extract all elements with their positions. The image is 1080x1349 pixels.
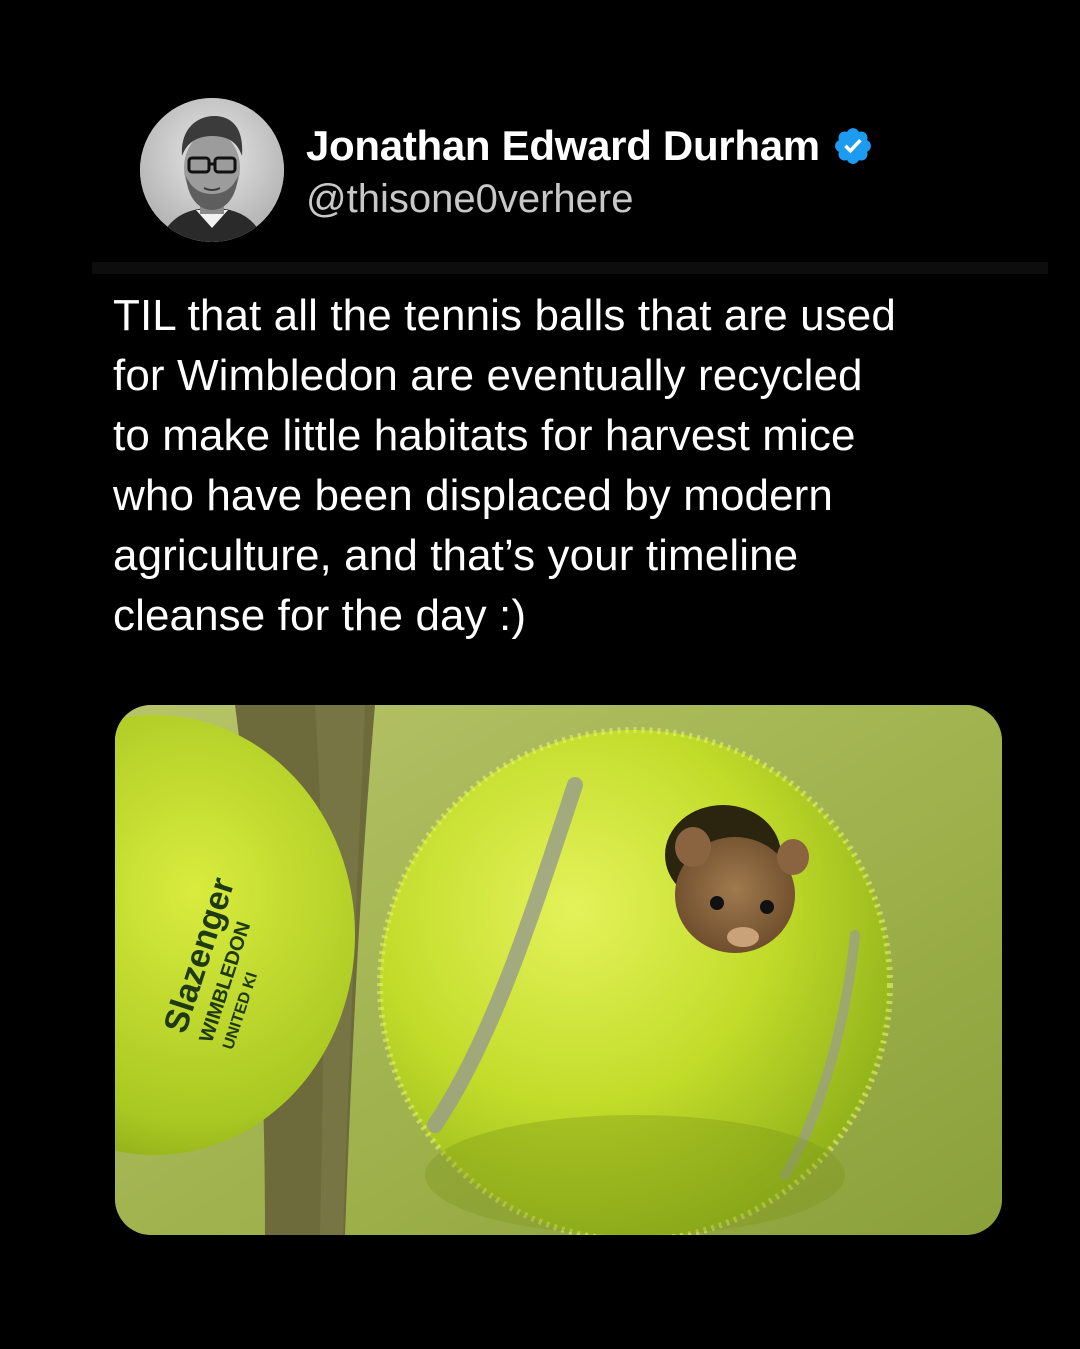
name-row: Jonathan Edward Durham [306,119,874,173]
avatar-photo [140,98,284,242]
author-identity: Jonathan Edward Durham @thisone0verhere [306,119,874,222]
tweet-header: Jonathan Edward Durham @thisone0verhere [140,98,874,242]
tweet-media-image[interactable]: Slazenger WIMBLEDON UNITED KI [115,705,1002,1235]
divider [92,262,1048,274]
avatar[interactable] [140,98,284,242]
verified-badge-icon [832,125,874,167]
display-name[interactable]: Jonathan Edward Durham [306,122,820,170]
handle[interactable]: @thisone0verhere [306,177,874,222]
tweet-text: TIL that all the tennis balls that are u… [113,291,896,640]
mouse-in-tennis-ball-photo: Slazenger WIMBLEDON UNITED KI [115,705,1002,1235]
